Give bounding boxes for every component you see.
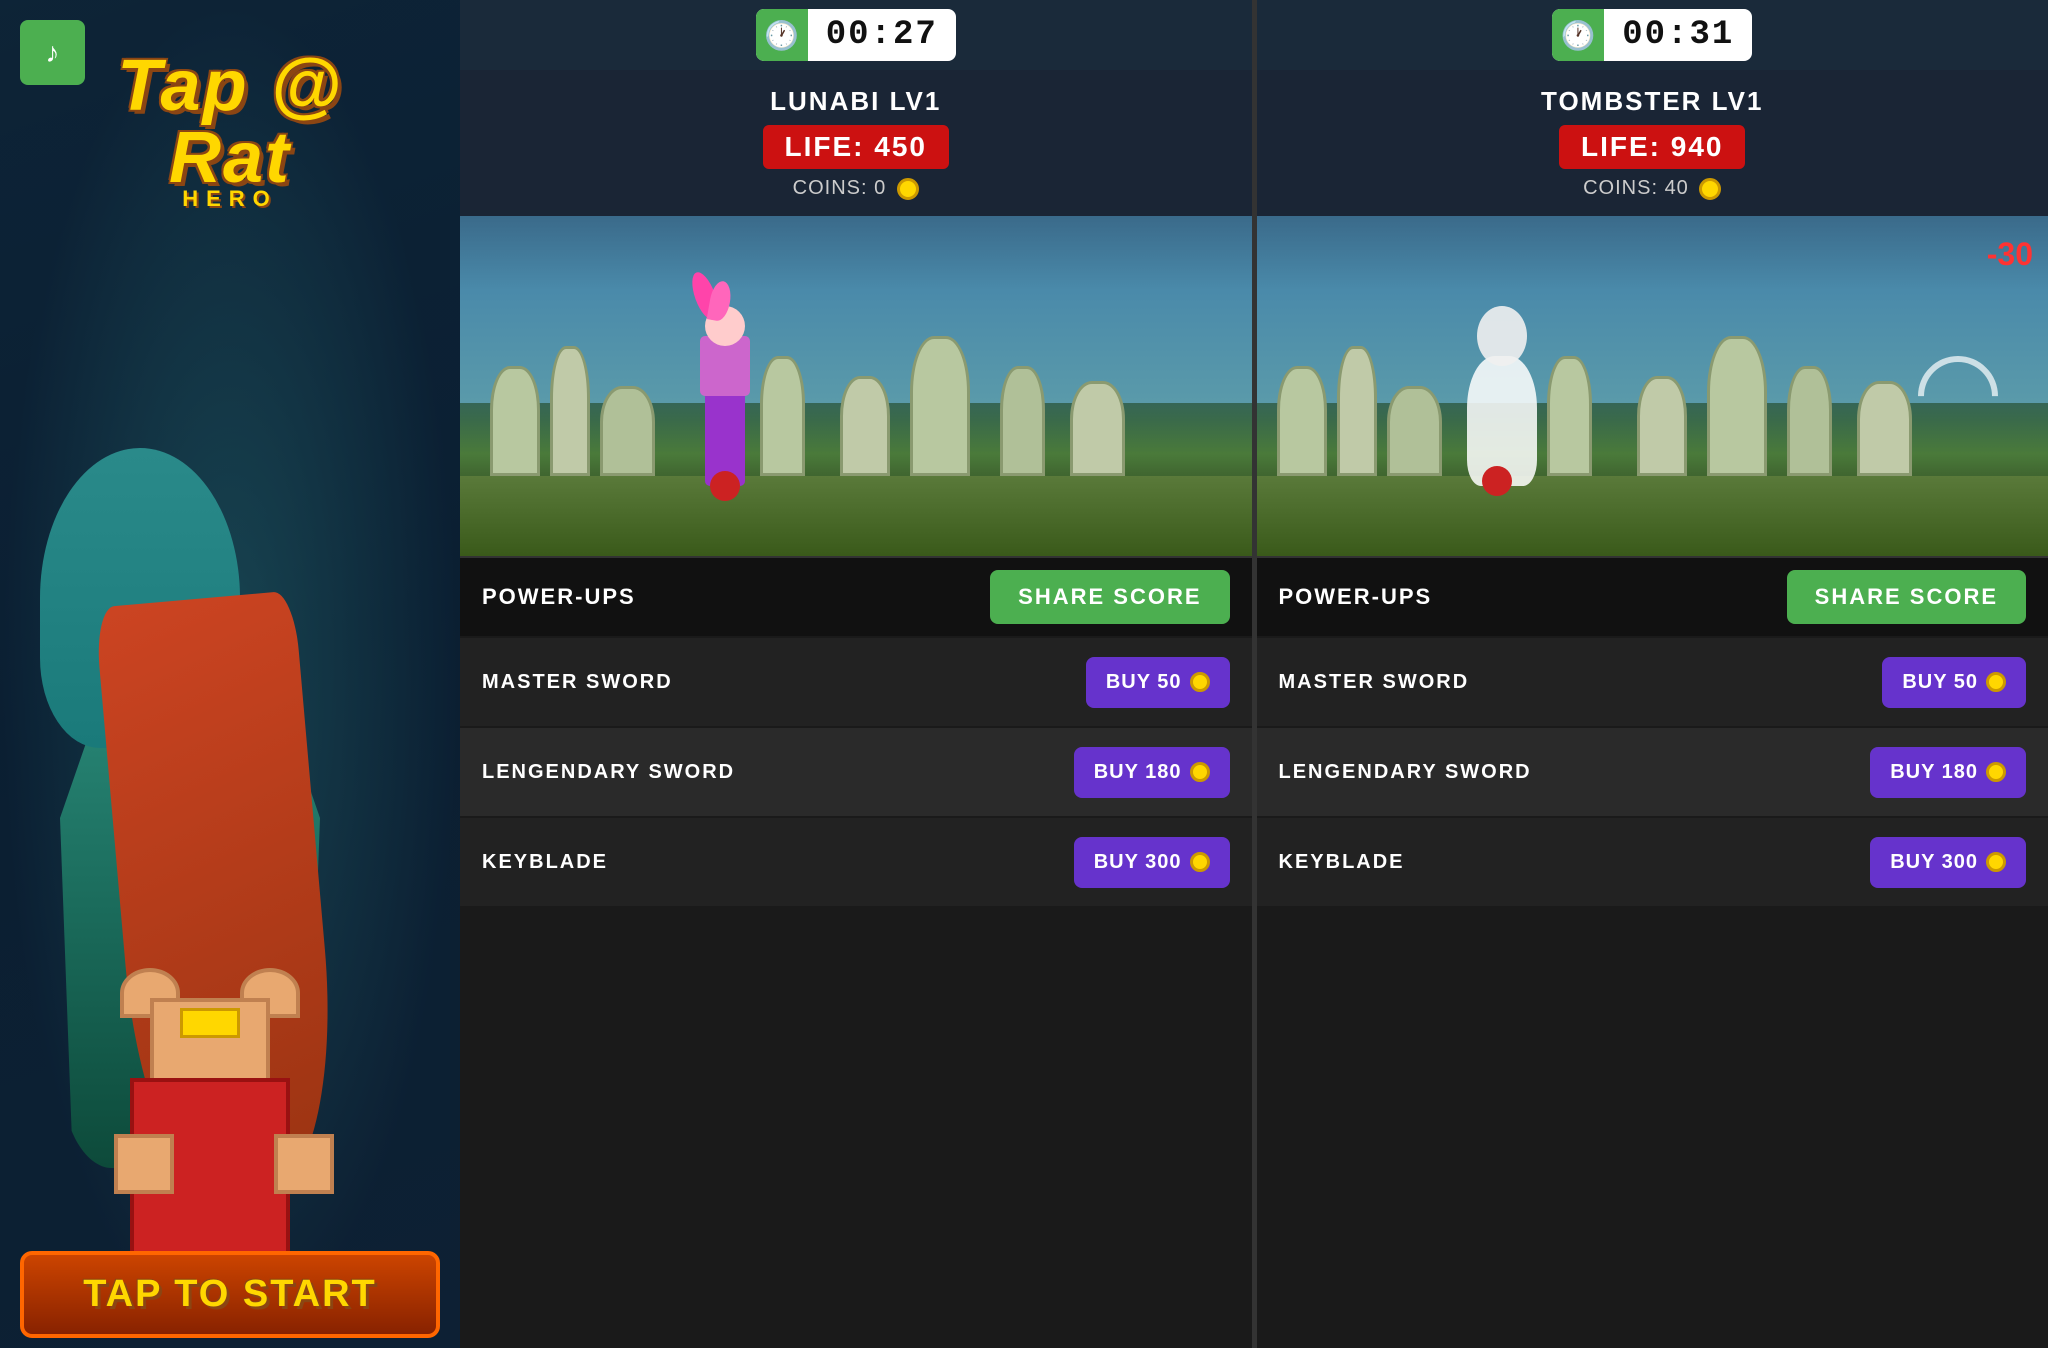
right-container: 🕐 00:27 LUNABI LV1 LIFE: 450 COINS: 0 bbox=[460, 0, 2048, 1348]
buy-coin-2-2 bbox=[1986, 762, 2006, 782]
game-panel-1: 🕐 00:27 LUNABI LV1 LIFE: 450 COINS: 0 bbox=[460, 0, 1254, 1348]
sprite-tombster bbox=[1457, 306, 1547, 486]
shop-item-name-1-2: LENGENDARY SWORD bbox=[482, 761, 735, 784]
buy-label-2-1: BUY 50 bbox=[1902, 671, 1978, 694]
shop-item-1-1: MASTER SWORD BUY 50 bbox=[460, 636, 1252, 726]
buy-label-1-3: BUY 300 bbox=[1094, 851, 1182, 874]
coin-icon-1 bbox=[897, 178, 919, 200]
timer-icon-box-1: 🕐 bbox=[756, 9, 808, 61]
music-icon: ♪ bbox=[46, 37, 60, 69]
player-area bbox=[100, 878, 320, 1298]
ground-2 bbox=[1257, 476, 2048, 556]
buy-coin-2-3 bbox=[1986, 852, 2006, 872]
gravestone-2e bbox=[1637, 376, 1687, 476]
buy-label-2-2: BUY 180 bbox=[1890, 761, 1978, 784]
life-badge-1: LIFE: 450 bbox=[763, 125, 949, 169]
sprite-lunabi bbox=[690, 326, 760, 486]
shop-item-2-1: MASTER SWORD BUY 50 bbox=[1257, 636, 2048, 726]
buy-btn-2-3[interactable]: BUY 300 bbox=[1870, 837, 2026, 888]
gravestone-1g bbox=[1000, 366, 1045, 476]
player-info-2: TOMBSTER LV1 LIFE: 940 COINS: 40 bbox=[1257, 70, 2048, 216]
gravestone-2h bbox=[1857, 381, 1912, 476]
gravestone-1e bbox=[840, 376, 890, 476]
gravestone-2f bbox=[1707, 336, 1767, 476]
player-arm-right bbox=[274, 1134, 334, 1194]
buy-btn-1-2[interactable]: BUY 180 bbox=[1074, 747, 1230, 798]
gravestone-1h bbox=[1070, 381, 1125, 476]
gravestone-1d bbox=[760, 356, 805, 476]
shop-item-name-2-2: LENGENDARY SWORD bbox=[1279, 761, 1532, 784]
player-arm-left bbox=[114, 1134, 174, 1194]
buy-btn-2-1[interactable]: BUY 50 bbox=[1882, 657, 2026, 708]
share-score-button-2[interactable]: SHARE SCORE bbox=[1787, 570, 2026, 624]
shop-item-2-3: KEYBLADE BUY 300 bbox=[1257, 816, 2048, 906]
shop-item-1-3: KEYBLADE BUY 300 bbox=[460, 816, 1252, 906]
shop-item-name-1-1: MASTER SWORD bbox=[482, 671, 673, 694]
buy-btn-1-3[interactable]: BUY 300 bbox=[1074, 837, 1230, 888]
player-name-1: LUNABI LV1 bbox=[476, 86, 1236, 117]
coin-icon-2 bbox=[1699, 178, 1721, 200]
gravestone-1c bbox=[600, 386, 655, 476]
ground-1 bbox=[460, 476, 1252, 556]
buy-btn-1-1[interactable]: BUY 50 bbox=[1086, 657, 1230, 708]
gravestone-1b bbox=[550, 346, 590, 476]
player-arms bbox=[114, 1134, 334, 1214]
player-name-2: TOMBSTER LV1 bbox=[1273, 86, 2033, 117]
logo-area: Tap @ Rat HERO bbox=[60, 50, 400, 212]
gravestone-2g bbox=[1787, 366, 1832, 476]
shop-item-2-2: LENGENDARY SWORD BUY 180 bbox=[1257, 726, 2048, 816]
bottom-controls-2: POWER-UPS SHARE SCORE MASTER SWORD BUY 5… bbox=[1257, 556, 2048, 1348]
coins-row-1: COINS: 0 bbox=[476, 177, 1236, 200]
shop-item-name-1-3: KEYBLADE bbox=[482, 851, 608, 874]
shop-item-name-2-3: KEYBLADE bbox=[1279, 851, 1405, 874]
timer-value-1: 00:27 bbox=[808, 16, 956, 54]
clock-icon-2: 🕐 bbox=[1561, 19, 1596, 52]
buy-coin-1-3 bbox=[1190, 852, 1210, 872]
coins-label-1: COINS: 0 bbox=[793, 177, 887, 199]
timer-widget-1: 🕐 00:27 bbox=[756, 9, 956, 61]
buy-label-2-3: BUY 300 bbox=[1890, 851, 1978, 874]
tap-to-start-button[interactable]: TAP TO START bbox=[20, 1251, 440, 1338]
game-viewport-2[interactable]: -30 bbox=[1257, 216, 2048, 556]
buy-btn-2-2[interactable]: BUY 180 bbox=[1870, 747, 2026, 798]
logo-subtitle: HERO bbox=[60, 186, 400, 212]
power-ups-row-1: POWER-UPS SHARE SCORE bbox=[460, 556, 1252, 636]
timer-value-2: 00:31 bbox=[1604, 16, 1752, 54]
buy-coin-1-1 bbox=[1190, 672, 1210, 692]
buy-coin-2-1 bbox=[1986, 672, 2006, 692]
clock-icon-1: 🕐 bbox=[764, 19, 799, 52]
player-info-1: LUNABI LV1 LIFE: 450 COINS: 0 bbox=[460, 70, 1252, 216]
damage-text-2: -30 bbox=[1987, 236, 2033, 273]
game-panel-2: 🕐 00:31 TOMBSTER LV1 LIFE: 940 COINS: 40 bbox=[1257, 0, 2048, 1348]
coins-label-2: COINS: 40 bbox=[1583, 177, 1689, 199]
timer-bar-1: 🕐 00:27 bbox=[460, 0, 1252, 70]
share-score-button-1[interactable]: SHARE SCORE bbox=[990, 570, 1229, 624]
player-gold-center bbox=[180, 1008, 240, 1038]
power-ups-row-2: POWER-UPS SHARE SCORE bbox=[1257, 556, 2048, 636]
coins-row-2: COINS: 40 bbox=[1273, 177, 2033, 200]
gravestone-1f bbox=[910, 336, 970, 476]
gravestone-2b bbox=[1337, 346, 1377, 476]
buy-label-1-2: BUY 180 bbox=[1094, 761, 1182, 784]
gravestone-2a bbox=[1277, 366, 1327, 476]
power-ups-label-1: POWER-UPS bbox=[482, 584, 636, 610]
bottom-controls-1: POWER-UPS SHARE SCORE MASTER SWORD BUY 5… bbox=[460, 556, 1252, 1348]
gravestone-2d bbox=[1547, 356, 1592, 476]
timer-bar-2: 🕐 00:31 bbox=[1257, 0, 2048, 70]
gravestone-2c bbox=[1387, 386, 1442, 476]
life-badge-2: LIFE: 940 bbox=[1559, 125, 1745, 169]
shop-item-name-2-1: MASTER SWORD bbox=[1279, 671, 1470, 694]
logo-text: Tap @ Rat bbox=[60, 50, 400, 194]
gravestone-1a bbox=[490, 366, 540, 476]
timer-widget-2: 🕐 00:31 bbox=[1552, 9, 1752, 61]
buy-label-1-1: BUY 50 bbox=[1106, 671, 1182, 694]
timer-icon-box-2: 🕐 bbox=[1552, 9, 1604, 61]
tap-to-start-text: TAP TO START bbox=[83, 1273, 377, 1315]
shop-item-1-2: LENGENDARY SWORD BUY 180 bbox=[460, 726, 1252, 816]
buy-coin-1-2 bbox=[1190, 762, 1210, 782]
left-panel: ♪ Tap @ Rat HERO TAP TO START bbox=[0, 0, 460, 1348]
game-viewport-1[interactable] bbox=[460, 216, 1252, 556]
power-ups-label-2: POWER-UPS bbox=[1279, 584, 1433, 610]
